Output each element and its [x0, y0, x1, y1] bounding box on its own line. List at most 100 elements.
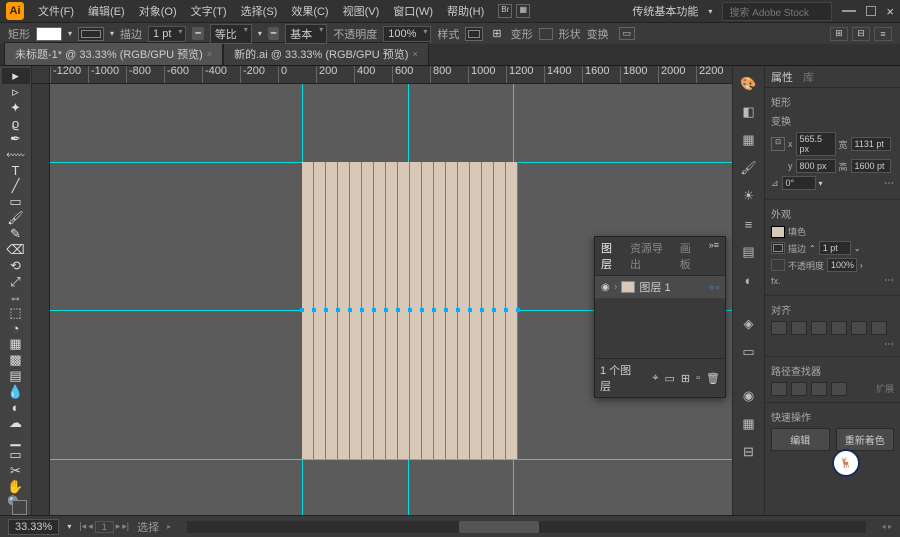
transparency-icon[interactable]: ◐: [739, 270, 759, 290]
stroke-panel-icon[interactable]: ≡: [739, 214, 759, 234]
edit-button[interactable]: 编辑: [771, 428, 830, 451]
tab-properties[interactable]: 属性: [771, 69, 793, 85]
brush-basic[interactable]: ━: [268, 27, 279, 40]
layers-tab[interactable]: 图层: [601, 240, 622, 272]
gradient-tool[interactable]: ▤: [2, 368, 30, 384]
zoom-level[interactable]: 33.33%: [8, 519, 59, 535]
align-left[interactable]: [771, 321, 787, 335]
locate-icon[interactable]: ⌖: [652, 372, 658, 385]
search-input[interactable]: 搜索 Adobe Stock: [722, 2, 832, 21]
menu-type[interactable]: 文字(T): [185, 1, 233, 21]
maximize-icon[interactable]: [866, 6, 876, 16]
perspective-tool[interactable]: ▦: [2, 336, 30, 352]
menu-edit[interactable]: 编辑(E): [82, 1, 131, 21]
menu-effect[interactable]: 效果(C): [285, 1, 334, 21]
pf-intersect[interactable]: [811, 382, 827, 396]
slice-tool[interactable]: ✂: [2, 463, 30, 479]
symbol-tool[interactable]: ☁: [2, 415, 30, 431]
artboard-tool[interactable]: ▭: [2, 447, 30, 463]
fill-swatch[interactable]: [36, 27, 62, 41]
graphic-styles-icon[interactable]: ▦: [739, 414, 759, 434]
shaper-tool[interactable]: ✎: [2, 226, 30, 242]
selection-handle[interactable]: [480, 308, 484, 312]
workspace-switcher[interactable]: 传统基本功能: [632, 3, 698, 19]
selection-handle[interactable]: [516, 308, 520, 312]
profile-uniform[interactable]: ━: [192, 27, 203, 40]
align-icon[interactable]: ⊞: [492, 27, 501, 40]
menu-object[interactable]: 对象(O): [133, 1, 183, 21]
selection-handle[interactable]: [420, 308, 424, 312]
align-right[interactable]: [811, 321, 827, 335]
eyedropper-tool[interactable]: 💧: [2, 384, 30, 400]
type-tool[interactable]: T: [2, 163, 30, 178]
angle-input[interactable]: 0°: [782, 176, 816, 190]
align-panel-icon[interactable]: ⊟: [739, 442, 759, 462]
menu-window[interactable]: 窗口(W): [387, 1, 439, 21]
pf-minus[interactable]: [791, 382, 807, 396]
appearance-icon[interactable]: ◉: [739, 386, 759, 406]
brushes-icon[interactable]: 🖌: [739, 158, 759, 178]
menu-view[interactable]: 视图(V): [337, 1, 386, 21]
tf-icon[interactable]: [539, 28, 553, 40]
selection-handle[interactable]: [492, 308, 496, 312]
align-bottom[interactable]: [871, 321, 887, 335]
selection-handle[interactable]: [396, 308, 400, 312]
swatches-icon[interactable]: ▦: [739, 130, 759, 150]
direct-selection-tool[interactable]: ▹: [2, 84, 30, 100]
fill-color[interactable]: [771, 226, 785, 238]
selection-handle[interactable]: [432, 308, 436, 312]
color-guide-icon[interactable]: ◧: [739, 102, 759, 122]
selection-handle[interactable]: [504, 308, 508, 312]
rectangle-tool[interactable]: ▭: [2, 194, 30, 210]
ratio-select[interactable]: 等比: [210, 24, 252, 44]
scrollbar-h[interactable]: [187, 521, 866, 533]
pf-exclude[interactable]: [831, 382, 847, 396]
symbols-icon[interactable]: ☀: [739, 186, 759, 206]
ruler-horizontal[interactable]: -1200-1000-800-600-400-20002004006008001…: [50, 66, 732, 84]
hand-tool[interactable]: ✋: [2, 479, 30, 495]
x-input[interactable]: 565.5 px: [796, 132, 836, 156]
line-tool[interactable]: ╱: [2, 178, 30, 194]
eraser-tool[interactable]: ⌫: [2, 242, 30, 258]
bridge-icon[interactable]: Br: [498, 4, 512, 18]
stroke-weight-input[interactable]: 1 pt: [819, 241, 851, 255]
selection-handle[interactable]: [468, 308, 472, 312]
layer-row[interactable]: ◉ › 图层 1 ○ ▫: [595, 276, 725, 298]
stroke-weight[interactable]: 1 pt: [148, 26, 186, 42]
scale-tool[interactable]: ⤢: [2, 274, 30, 290]
menu-help[interactable]: 帮助(H): [441, 1, 490, 21]
asset-export-tab[interactable]: 资源导出: [630, 240, 672, 272]
y-input[interactable]: 800 px: [796, 159, 836, 173]
menu-select[interactable]: 选择(S): [235, 1, 284, 21]
blend-tool[interactable]: ◐: [2, 400, 30, 415]
graph-tool[interactable]: ▁: [2, 431, 30, 447]
panel-collapse-icon[interactable]: »≡: [709, 240, 719, 272]
replace-label[interactable]: 变换: [587, 26, 609, 42]
more-transform-icon[interactable]: ⋯: [884, 178, 894, 189]
align-hcenter[interactable]: [791, 321, 807, 335]
visibility-icon[interactable]: ◉: [601, 282, 610, 293]
opacity-field[interactable]: 100%: [827, 258, 857, 272]
pen-tool[interactable]: ✒: [2, 131, 30, 147]
gradient-panel-icon[interactable]: ▤: [739, 242, 759, 262]
stroke-color[interactable]: [771, 242, 785, 254]
close-icon[interactable]: ×: [886, 4, 894, 19]
artboards-tab[interactable]: 画板: [680, 240, 701, 272]
tab-libraries[interactable]: 库: [803, 69, 814, 85]
width-tool[interactable]: ⇔: [2, 290, 30, 305]
brush-panel[interactable]: 基本: [285, 24, 327, 44]
menu-file[interactable]: 文件(F): [32, 1, 80, 21]
artboard-nav[interactable]: |◂◂1▸▸|: [79, 521, 129, 533]
more-align-icon[interactable]: ⋯: [884, 339, 894, 350]
selection-handle[interactable]: [348, 308, 352, 312]
align-top[interactable]: [831, 321, 847, 335]
new-layer-icon[interactable]: ▫: [696, 372, 700, 384]
selection-handle[interactable]: [300, 308, 304, 312]
selection-handle[interactable]: [408, 308, 412, 312]
opt-grid-icon[interactable]: ⊞: [830, 27, 848, 41]
selection-handle[interactable]: [444, 308, 448, 312]
shape-builder-tool[interactable]: ◔: [2, 321, 30, 336]
mesh-tool[interactable]: ▩: [2, 352, 30, 368]
recolor-button[interactable]: 重新着色: [836, 428, 895, 451]
tab-doc1[interactable]: 未标题-1* @ 33.33% (RGB/GPU 预览)×: [4, 42, 223, 65]
